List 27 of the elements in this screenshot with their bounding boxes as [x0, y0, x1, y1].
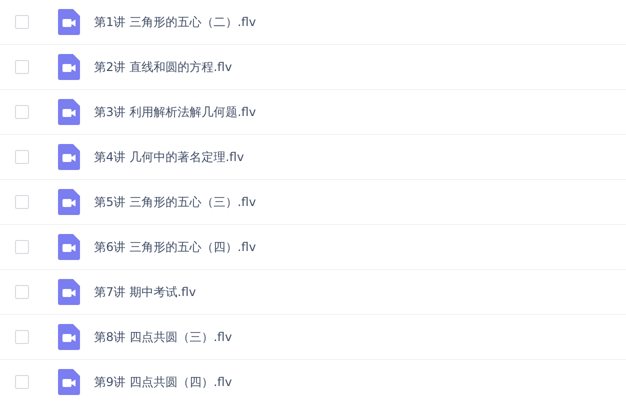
video-file-icon [58, 279, 80, 305]
file-name[interactable]: 第1讲 三角形的五心（二）.flv [94, 13, 256, 31]
video-file-icon [58, 144, 80, 170]
video-file-icon [58, 369, 80, 395]
file-name[interactable]: 第5讲 三角形的五心（三）.flv [94, 193, 256, 211]
file-name[interactable]: 第2讲 直线和圆的方程.flv [94, 58, 232, 76]
checkbox[interactable] [15, 105, 29, 119]
checkbox[interactable] [15, 330, 29, 344]
checkbox[interactable] [15, 150, 29, 164]
checkbox[interactable] [15, 60, 29, 74]
file-name[interactable]: 第8讲 四点共圆（三）.flv [94, 328, 232, 346]
file-name[interactable]: 第9讲 四点共圆（四）.flv [94, 373, 232, 391]
checkbox[interactable] [15, 285, 29, 299]
video-file-icon [58, 54, 80, 80]
checkbox[interactable] [15, 240, 29, 254]
file-name[interactable]: 第4讲 几何中的著名定理.flv [94, 148, 244, 166]
file-name[interactable]: 第3讲 利用解析法解几何题.flv [94, 103, 256, 121]
checkbox[interactable] [15, 15, 29, 29]
checkbox[interactable] [15, 195, 29, 209]
checkbox[interactable] [15, 375, 29, 389]
video-file-icon [58, 189, 80, 215]
file-name[interactable]: 第6讲 三角形的五心（四）.flv [94, 238, 256, 256]
video-file-icon [58, 99, 80, 125]
video-file-icon [58, 9, 80, 35]
file-name[interactable]: 第7讲 期中考试.flv [94, 283, 196, 301]
video-file-icon [58, 234, 80, 260]
video-file-icon [58, 324, 80, 350]
